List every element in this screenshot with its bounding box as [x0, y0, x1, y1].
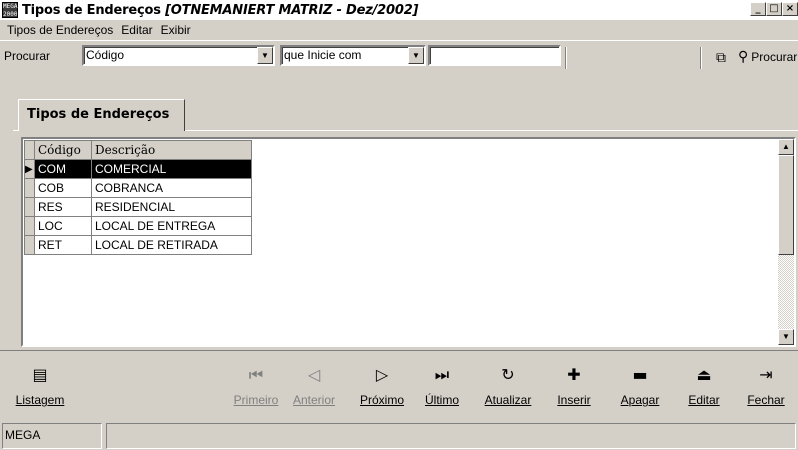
menu-exibir[interactable]: Exibir	[157, 23, 195, 37]
listagem-button[interactable]: ▤ Listagem	[12, 365, 68, 407]
procurar-label: Procurar	[751, 49, 798, 64]
row-indicator-header	[24, 140, 35, 160]
window-controls: _ □ ×	[750, 2, 798, 16]
vertical-scrollbar[interactable]: ▲ ▼	[778, 139, 794, 345]
records-table: Código Descrição ▶ COM COMERCIAL COB COB…	[24, 140, 252, 255]
title-bar: MEGA 2000 Tipos de Endereços [OTNEMANIER…	[0, 0, 798, 20]
cell-codigo[interactable]: RET	[34, 235, 92, 255]
column-header-descricao[interactable]: Descrição	[91, 140, 252, 160]
next-icon: ▷	[375, 365, 389, 384]
cell-descricao[interactable]: RESIDENCIAL	[91, 197, 252, 217]
fechar-label: Fechar	[747, 393, 785, 407]
scroll-down-icon[interactable]: ▼	[778, 329, 794, 345]
search-field-select[interactable]: Código ▼	[82, 45, 275, 66]
tab-tipos-de-enderecos[interactable]: Tipos de Endereços	[18, 99, 185, 131]
filter-icon[interactable]: ⧉	[712, 48, 730, 66]
chevron-down-icon[interactable]: ▼	[257, 47, 273, 64]
fechar-button[interactable]: ⇥ Fechar	[738, 365, 794, 407]
previous-icon: ◁	[307, 365, 321, 384]
window-title: Tipos de Endereços [OTNEMANIERT MATRIZ -…	[22, 3, 418, 18]
app-logo-icon: MEGA 2000	[2, 2, 18, 18]
row-indicator	[24, 197, 35, 217]
eject-icon: ⏏	[696, 365, 712, 384]
cell-descricao[interactable]: COBRANCA	[91, 178, 252, 198]
cell-descricao[interactable]: LOCAL DE RETIRADA	[91, 235, 252, 255]
table-row[interactable]: ▶ COM COMERCIAL	[24, 159, 252, 179]
table-header-row: Código Descrição	[24, 140, 252, 160]
scroll-thumb[interactable]	[778, 155, 794, 255]
search-toolbar: Procurar Código ▼ que Inicie com ▼ ⧉ ⚲ P…	[0, 40, 798, 70]
atualizar-button[interactable]: ↻ Atualizar	[480, 365, 536, 407]
row-indicator	[24, 235, 35, 255]
anterior-label: Anterior	[292, 393, 336, 407]
apagar-label: Apagar	[620, 393, 660, 407]
row-indicator	[24, 216, 35, 236]
search-input[interactable]	[428, 45, 561, 66]
search-mode-value: que Inicie com	[284, 48, 362, 62]
table-row[interactable]: RES RESIDENCIAL	[24, 197, 252, 217]
status-panel-company: MEGA	[2, 423, 102, 449]
table-row[interactable]: COB COBRANCA	[24, 178, 252, 198]
chevron-down-icon[interactable]: ▼	[408, 47, 424, 64]
navigation-toolbar: ▤ Listagem ⏮ Primeiro ◁ Anterior ▷ Próxi…	[0, 350, 798, 418]
window-title-main: Tipos de Endereços	[22, 2, 161, 18]
editar-label: Editar	[688, 393, 720, 407]
refresh-icon: ↻	[501, 365, 515, 384]
atualizar-label: Atualizar	[484, 393, 532, 407]
minus-icon: ▬	[632, 365, 648, 384]
search-field-value: Código	[86, 48, 125, 62]
menu-tipos-de-enderecos[interactable]: Tipos de Endereços	[3, 23, 117, 37]
table-row[interactable]: RET LOCAL DE RETIRADA	[24, 235, 252, 255]
apagar-button[interactable]: ▬ Apagar	[612, 365, 668, 407]
procurar-button[interactable]: ⚲ Procurar	[738, 48, 797, 65]
toolbar-separator	[565, 47, 567, 69]
inserir-label: Inserir	[557, 393, 591, 407]
listagem-label: Listagem	[15, 393, 65, 407]
main-window: MEGA 2000 Tipos de Endereços [OTNEMANIER…	[0, 0, 798, 450]
proximo-label: Próximo	[359, 393, 404, 407]
proximo-button[interactable]: ▷ Próximo	[354, 365, 410, 407]
editar-button[interactable]: ⏏ Editar	[676, 365, 732, 407]
status-panel-message	[106, 423, 796, 449]
anterior-button[interactable]: ◁ Anterior	[286, 365, 342, 407]
row-indicator	[24, 178, 35, 198]
search-label: Procurar	[4, 49, 51, 63]
search-mode-select[interactable]: que Inicie com ▼	[280, 45, 426, 66]
minimize-button[interactable]: _	[750, 2, 766, 16]
maximize-button[interactable]: □	[766, 2, 782, 16]
cell-codigo[interactable]: COM	[34, 159, 92, 179]
column-header-codigo[interactable]: Código	[34, 140, 92, 160]
data-grid[interactable]: Código Descrição ▶ COM COMERCIAL COB COB…	[21, 137, 796, 347]
row-pointer-icon: ▶	[24, 159, 35, 179]
cell-codigo[interactable]: LOC	[34, 216, 92, 236]
scroll-up-icon[interactable]: ▲	[778, 139, 794, 155]
ultimo-button[interactable]: ⏭ Último	[414, 365, 470, 407]
cell-descricao[interactable]: COMERCIAL	[91, 159, 252, 179]
close-button[interactable]: ×	[782, 2, 798, 16]
ultimo-label: Último	[424, 393, 459, 407]
menu-bar: Tipos de Endereços Editar Exibir	[0, 20, 798, 39]
report-icon: ▤	[32, 365, 48, 384]
plus-icon: ✚	[567, 365, 581, 384]
menu-editar[interactable]: Editar	[117, 23, 156, 37]
primeiro-label: Primeiro	[233, 393, 279, 407]
status-bar: MEGA	[0, 420, 798, 450]
toolbar-separator	[700, 47, 702, 69]
inserir-button[interactable]: ✚ Inserir	[546, 365, 602, 407]
exit-door-icon: ⇥	[759, 365, 773, 384]
tab-label: Tipos de Endereços	[27, 107, 170, 122]
binoculars-icon: ⚲	[738, 48, 749, 64]
cell-codigo[interactable]: COB	[34, 178, 92, 198]
window-title-context: [OTNEMANIERT MATRIZ - Dez/2002]	[165, 2, 419, 18]
table-row[interactable]: LOC LOCAL DE ENTREGA	[24, 216, 252, 236]
first-record-icon: ⏮	[248, 365, 264, 384]
last-record-icon: ⏭	[434, 365, 450, 384]
cell-descricao[interactable]: LOCAL DE ENTREGA	[91, 216, 252, 236]
primeiro-button[interactable]: ⏮ Primeiro	[228, 365, 284, 407]
cell-codigo[interactable]: RES	[34, 197, 92, 217]
